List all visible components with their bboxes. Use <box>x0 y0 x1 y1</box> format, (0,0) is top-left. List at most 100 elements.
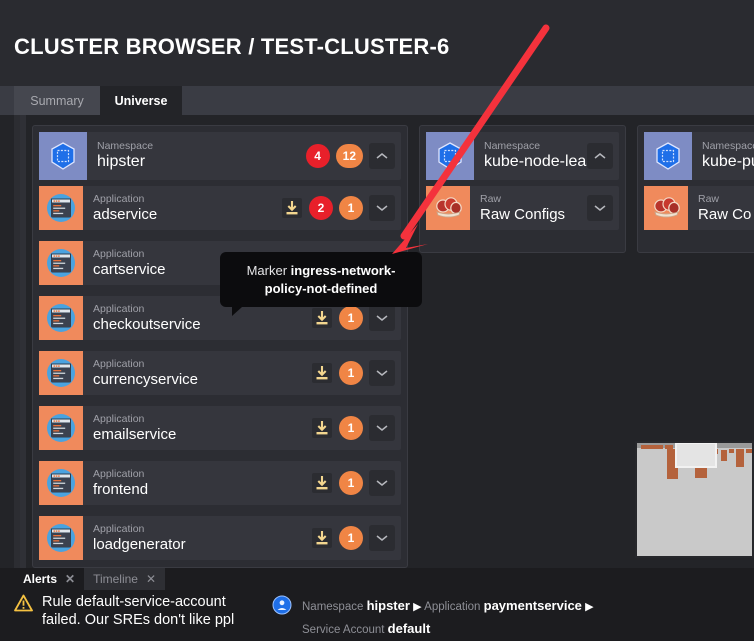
status-badge-warning[interactable]: 1 <box>339 196 363 220</box>
namespace-texts: Namespace kube-pub <box>702 141 754 171</box>
namespace-header[interactable]: Namespace kube-node-lease <box>426 132 619 180</box>
download-icon[interactable] <box>311 417 333 439</box>
status-badge-warning[interactable]: 1 <box>339 526 363 550</box>
status-badge-warning[interactable]: 1 <box>339 361 363 385</box>
minimap-viewport[interactable] <box>675 442 717 468</box>
application-icon <box>39 516 83 560</box>
alert-row[interactable]: Rule default-service-account failed. Our… <box>14 594 254 630</box>
download-icon[interactable] <box>281 197 303 219</box>
chevron-down-icon[interactable] <box>369 305 395 331</box>
alert-body: Rule default-service-account failed. Our… <box>0 590 754 641</box>
namespace-card-kube-node-lease[interactable]: Namespace kube-node-lease <box>419 125 626 253</box>
download-icon[interactable] <box>311 472 333 494</box>
meta-value-namespace[interactable]: hipster <box>367 598 410 613</box>
meta-row-entity: Namespace hipster ▶ Application payments… <box>302 595 594 618</box>
chevron-down-icon[interactable] <box>587 195 613 221</box>
status-badge-critical[interactable]: 2 <box>309 196 333 220</box>
list-item[interactable]: Raw Raw Co <box>644 186 754 230</box>
list-item[interactable]: Application frontend 1 <box>39 461 401 505</box>
status-badge-critical[interactable]: 4 <box>306 144 330 168</box>
item-kind-label: Raw <box>480 194 565 205</box>
meta-row-service-account: Service Account default <box>302 618 594 641</box>
chevron-down-icon[interactable] <box>369 525 395 551</box>
dock-tab-label: Timeline <box>93 572 138 586</box>
raw-list: Raw Raw Configs <box>426 186 619 241</box>
list-item-texts: Application emailservice <box>93 414 176 443</box>
dock-tab-timeline[interactable]: Timeline ✕ <box>84 568 165 590</box>
download-icon[interactable] <box>311 527 333 549</box>
list-item-texts: Application frontend <box>93 469 148 498</box>
list-item[interactable]: Application adservice 2 1 <box>39 186 401 230</box>
chevron-up-icon[interactable] <box>369 143 395 169</box>
marker-tooltip: Marker ingress-network-policy-not-define… <box>220 252 422 307</box>
breadcrumb-arrow-icon: ▶ <box>585 601 593 613</box>
meta-value-service-account[interactable]: default <box>388 621 431 636</box>
chevron-up-icon[interactable] <box>587 143 613 169</box>
status-badge-warning[interactable]: 12 <box>336 144 363 168</box>
namespace-card-hipster[interactable]: Namespace hipster 4 12 <box>32 125 408 568</box>
item-kind-label: Application <box>93 359 198 370</box>
chevron-down-icon[interactable] <box>369 470 395 496</box>
item-name: checkoutservice <box>93 317 201 333</box>
page-title: CLUSTER BROWSER / TEST-CLUSTER-6 <box>14 34 449 60</box>
item-kind-label: Application <box>93 524 186 535</box>
warning-triangle-icon <box>14 594 33 630</box>
alert-meta: Namespace hipster ▶ Application payments… <box>272 595 594 640</box>
list-item[interactable]: Application emailservice 1 <box>39 406 401 450</box>
list-item-texts: Application cartservice <box>93 249 166 278</box>
list-item-texts: Raw Raw Configs <box>480 194 565 223</box>
status-badge-warning[interactable]: 1 <box>339 471 363 495</box>
chevron-down-icon[interactable] <box>369 415 395 441</box>
raw-list: Raw Raw Co <box>644 186 754 241</box>
breadcrumb-arrow-icon: ▶ <box>413 601 421 613</box>
item-badges: 1 <box>311 525 395 551</box>
meta-key-namespace: Namespace <box>302 601 363 613</box>
list-item[interactable]: Application currencyservice 1 <box>39 351 401 395</box>
application-icon <box>39 351 83 395</box>
chevron-down-icon[interactable] <box>369 195 395 221</box>
dock-tab-alerts[interactable]: Alerts ✕ <box>14 568 84 590</box>
item-name: emailservice <box>93 427 176 443</box>
minimap[interactable] <box>635 441 754 558</box>
item-kind-label: Application <box>93 249 166 260</box>
item-name: cartservice <box>93 262 166 278</box>
download-icon[interactable] <box>311 307 333 329</box>
item-name: Raw Configs <box>480 207 565 223</box>
item-kind-label: Application <box>93 414 176 425</box>
item-name: currencyservice <box>93 372 198 388</box>
list-item-texts: Application checkoutservice <box>93 304 201 333</box>
tab-universe[interactable]: Universe <box>100 86 182 115</box>
tab-strip: Summary Universe <box>0 86 754 115</box>
namespace-kind-label: Namespace <box>97 141 153 152</box>
close-icon[interactable]: ✕ <box>146 572 156 586</box>
namespace-badges: 4 12 <box>306 143 395 169</box>
download-icon[interactable] <box>311 362 333 384</box>
list-item-texts: Application currencyservice <box>93 359 198 388</box>
namespace-header[interactable]: Namespace kube-pub <box>644 132 754 180</box>
item-badges: 1 <box>311 470 395 496</box>
close-icon[interactable]: ✕ <box>65 572 75 586</box>
item-name: adservice <box>93 207 157 223</box>
meta-value-application[interactable]: paymentservice <box>484 598 582 613</box>
item-name: frontend <box>93 482 148 498</box>
item-kind-label: Application <box>93 469 148 480</box>
alert-message: Rule default-service-account failed. Our… <box>42 594 254 630</box>
list-item[interactable]: Application loadgenerator 1 <box>39 516 401 560</box>
chevron-down-icon[interactable] <box>369 360 395 386</box>
bottom-dock: Alerts ✕ Timeline ✕ Rule default-service… <box>0 568 754 641</box>
application-icon <box>39 241 83 285</box>
status-badge-warning[interactable]: 1 <box>339 416 363 440</box>
list-item[interactable]: Raw Raw Configs <box>426 186 619 230</box>
list-item-texts: Raw Raw Co <box>698 194 751 223</box>
status-badge-warning[interactable]: 1 <box>339 306 363 330</box>
raw-config-icon <box>644 186 688 230</box>
namespace-card-kube-pub[interactable]: Namespace kube-pub Raw <box>637 125 754 253</box>
dock-tab-label: Alerts <box>23 572 57 586</box>
namespace-badges <box>587 143 613 169</box>
namespace-name: kube-node-lease <box>484 154 603 171</box>
tab-summary[interactable]: Summary <box>14 86 100 115</box>
namespace-header[interactable]: Namespace hipster 4 12 <box>39 132 401 180</box>
header-bar: CLUSTER BROWSER / TEST-CLUSTER-6 <box>0 0 754 86</box>
namespace-texts: Namespace kube-node-lease <box>484 141 603 171</box>
item-badges: 1 <box>311 360 395 386</box>
